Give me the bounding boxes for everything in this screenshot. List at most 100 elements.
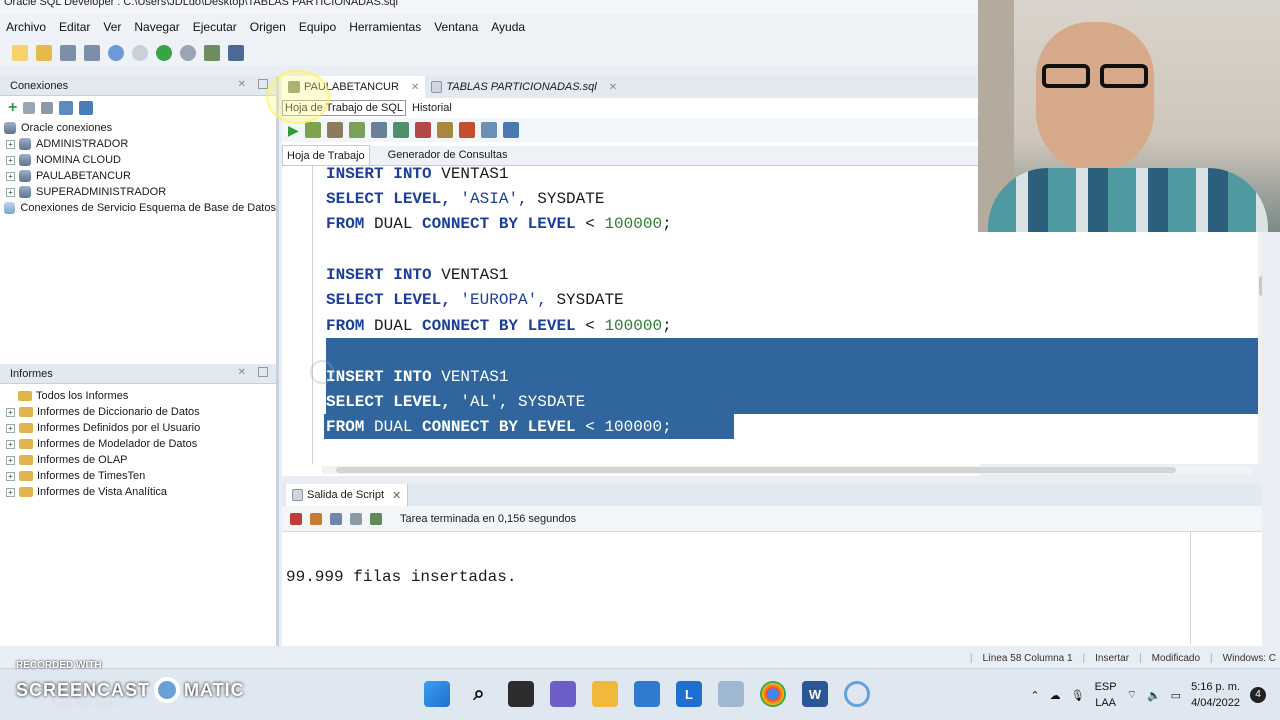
report-user-defined[interactable]: + Informes Definidos por el Usuario	[4, 420, 276, 436]
new-file-icon[interactable]	[12, 45, 28, 61]
search-icon[interactable]: ⌕	[466, 681, 492, 707]
close-tab-icon[interactable]: ✕	[411, 82, 419, 93]
menu-navegar[interactable]: Navegar	[134, 20, 179, 34]
windows-start-icon[interactable]	[424, 681, 450, 707]
save-icon[interactable]	[60, 45, 76, 61]
folder-icon	[19, 423, 33, 433]
autotrace-icon[interactable]	[326, 122, 343, 138]
file-explorer-icon[interactable]	[592, 681, 618, 707]
close-tab-icon[interactable]: ✕	[609, 82, 617, 93]
report-olap[interactable]: + Informes de OLAP	[4, 452, 276, 468]
expand-icon[interactable]: +	[6, 439, 15, 449]
tree-root-reports[interactable]: Todos los Informes	[4, 388, 276, 404]
close-icon[interactable]: ✕	[238, 79, 246, 90]
back-icon[interactable]	[156, 45, 172, 61]
expand-icon[interactable]: +	[6, 155, 15, 165]
forward-icon[interactable]	[180, 45, 196, 61]
cloud-icon[interactable]: ☁	[1050, 689, 1061, 702]
filter-icon[interactable]	[41, 102, 54, 114]
save-all-icon[interactable]	[84, 45, 100, 61]
schema-browser-icon[interactable]	[59, 101, 74, 115]
expand-icon[interactable]: +	[6, 187, 15, 197]
close-icon[interactable]: ✕	[238, 367, 246, 378]
word-icon[interactable]: W	[802, 681, 828, 707]
battery-icon[interactable]: ▭	[1171, 689, 1181, 702]
report-timesten[interactable]: + Informes de TimesTen	[4, 468, 276, 484]
add-connection-icon[interactable]: +	[8, 99, 17, 117]
undo-icon[interactable]	[108, 45, 124, 61]
minimize-icon[interactable]	[258, 79, 268, 89]
binoculars-icon[interactable]	[228, 45, 244, 61]
notification-badge[interactable]: 4	[1250, 687, 1266, 703]
save-output-icon[interactable]	[330, 512, 342, 525]
history-icon[interactable]	[480, 122, 497, 138]
editor-horizontal-scrollbar[interactable]	[322, 466, 1252, 474]
language-indicator[interactable]: ESP LAA	[1095, 679, 1117, 711]
report-analytic-view[interactable]: + Informes de Vista Analítica	[4, 484, 276, 500]
mail-icon[interactable]	[634, 681, 660, 707]
import-icon[interactable]	[79, 101, 94, 115]
tree-root-oracle[interactable]: Oracle conexiones	[4, 120, 276, 136]
format-icon[interactable]	[502, 122, 519, 138]
menu-archivo[interactable]: Archivo	[6, 20, 46, 34]
menu-equipo[interactable]: Equipo	[299, 20, 336, 34]
expand-icon[interactable]: +	[6, 471, 15, 481]
connection-administrador[interactable]: + ADMINISTRADOR	[4, 136, 276, 152]
expand-icon[interactable]: +	[6, 139, 15, 149]
tab-tablas-particionadas[interactable]: TABLAS PARTICIONADAS.sql ✕	[425, 76, 623, 98]
wifi-icon[interactable]: ⌔	[1127, 688, 1137, 702]
redo-icon[interactable]	[132, 45, 148, 61]
microphone-icon[interactable]: 🎙	[1071, 689, 1085, 702]
menu-ventana[interactable]: Ventana	[434, 20, 478, 34]
menu-ver[interactable]: Ver	[103, 20, 121, 34]
menu-ayuda[interactable]: Ayuda	[491, 20, 525, 34]
open-folder-icon[interactable]	[36, 45, 52, 61]
clock[interactable]: 5:16 p. m. 4/04/2022	[1191, 679, 1240, 711]
pin-icon[interactable]	[290, 512, 302, 525]
eraser-icon[interactable]	[310, 512, 322, 525]
print-icon[interactable]	[350, 512, 362, 525]
volume-icon[interactable]: 🔈	[1147, 689, 1161, 702]
connection-superadministrador[interactable]: + SUPERADMINISTRADOR	[4, 184, 276, 200]
screencast-icon[interactable]	[844, 681, 870, 707]
connection-nomina-cloud[interactable]: + NOMINA CLOUD	[4, 152, 276, 168]
menu-editar[interactable]: Editar	[59, 20, 90, 34]
chat-icon[interactable]	[550, 681, 576, 707]
minimize-icon[interactable]	[258, 367, 268, 377]
menu-ejecutar[interactable]: Ejecutar	[193, 20, 237, 34]
menu-herramientas[interactable]: Herramientas	[349, 20, 421, 34]
clear-icon[interactable]	[458, 122, 475, 138]
sql-developer-taskbar-icon[interactable]	[718, 681, 744, 707]
sql-icon[interactable]	[204, 45, 220, 61]
l-app-icon[interactable]: L	[676, 681, 702, 707]
close-tab-icon[interactable]: ✕	[392, 489, 401, 502]
expand-icon[interactable]: +	[6, 455, 15, 465]
refresh-icon[interactable]	[23, 102, 36, 114]
explain-plan-icon[interactable]	[348, 122, 365, 138]
tab-query-builder[interactable]: Generador de Consultas	[384, 145, 512, 165]
commit-icon[interactable]	[392, 122, 409, 138]
chevron-up-icon[interactable]: ⌃	[1030, 689, 1039, 702]
schema-service-connections[interactable]: Conexiones de Servicio Esquema de Base d…	[4, 200, 276, 216]
unshared-sql-icon[interactable]	[436, 122, 453, 138]
expand-icon[interactable]: +	[6, 487, 15, 497]
scrollbar-thumb[interactable]	[336, 467, 1176, 473]
expand-icon[interactable]: +	[6, 423, 15, 433]
sql-tuning-icon[interactable]	[370, 122, 387, 138]
expand-icon[interactable]: +	[6, 407, 15, 417]
tab-script-output[interactable]: Salida de Script ✕	[286, 484, 409, 506]
report-dictionary[interactable]: + Informes de Diccionario de Datos	[4, 404, 276, 420]
report-data-modeler[interactable]: + Informes de Modelador de Datos	[4, 436, 276, 452]
chrome-icon[interactable]	[760, 681, 786, 707]
menu-origen[interactable]: Origen	[250, 20, 286, 34]
expand-icon[interactable]: +	[6, 171, 15, 181]
rollback-icon[interactable]	[414, 122, 431, 138]
script-output-body[interactable]: 99.999 filas insertadas.	[282, 532, 1280, 644]
tab-worksheet[interactable]: Hoja de Trabajo	[282, 145, 370, 165]
open-output-icon[interactable]	[370, 512, 382, 525]
connection-paulabetancur[interactable]: + PAULABETANCUR	[4, 168, 276, 184]
subtab-history[interactable]: Historial	[410, 102, 454, 114]
task-view-icon[interactable]	[508, 681, 534, 707]
run-statement-icon[interactable]: ▶	[288, 122, 299, 139]
run-script-icon[interactable]	[304, 122, 321, 138]
